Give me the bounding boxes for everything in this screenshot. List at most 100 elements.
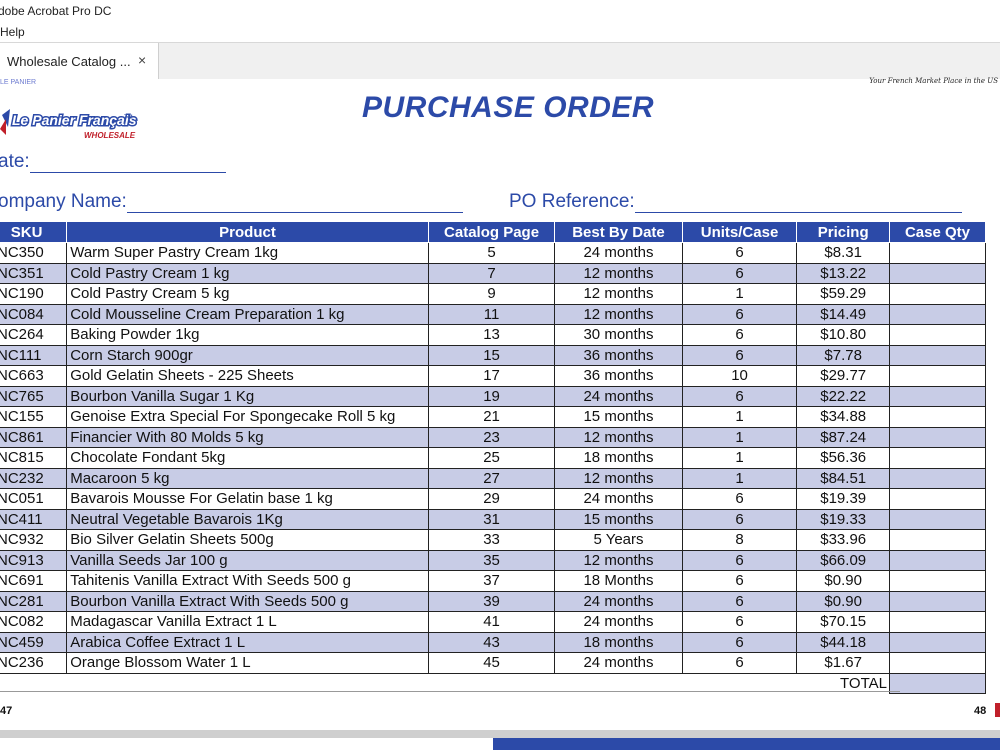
case-qty-cell[interactable] bbox=[889, 242, 986, 264]
units-case-cell: 6 bbox=[681, 652, 798, 674]
best-by-cell: 24 months bbox=[554, 488, 683, 510]
case-qty-cell[interactable] bbox=[889, 467, 986, 489]
product-cell: Cold Pastry Cream 5 kg bbox=[66, 283, 429, 305]
units-case-cell: 6 bbox=[681, 385, 798, 407]
case-qty-cell[interactable] bbox=[889, 570, 986, 592]
product-cell: Vanilla Seeds Jar 100 g bbox=[66, 549, 429, 571]
pricing-cell: $8.31 bbox=[796, 242, 890, 264]
po-reference-input-line[interactable] bbox=[634, 196, 962, 213]
date-field: ate: bbox=[0, 151, 226, 173]
catalog-page-cell: 17 bbox=[427, 365, 556, 387]
tagline: Your French Market Place in the US bbox=[869, 77, 998, 85]
table-row: ANC663Gold Gelatin Sheets - 225 Sheets17… bbox=[0, 365, 986, 387]
viewer-bottom-bar bbox=[0, 730, 1000, 738]
company-input-line[interactable] bbox=[126, 196, 463, 213]
date-label: ate: bbox=[0, 151, 30, 172]
table-row: ANC264Baking Powder 1kg1330 months6$10.8… bbox=[0, 324, 986, 346]
column-header-sku: SKU bbox=[0, 221, 68, 243]
case-qty-cell[interactable] bbox=[889, 631, 986, 653]
case-qty-cell[interactable] bbox=[889, 590, 986, 612]
pricing-cell: $44.18 bbox=[796, 631, 890, 653]
menu-item-help[interactable]: Help bbox=[0, 25, 25, 39]
units-case-cell: 6 bbox=[681, 303, 798, 325]
tab-document[interactable]: Wholesale Catalog ... × bbox=[0, 43, 159, 79]
sku-cell: ANC111 bbox=[0, 344, 68, 366]
pricing-cell: $56.36 bbox=[796, 447, 890, 469]
total-value-cell[interactable] bbox=[889, 672, 986, 694]
best-by-cell: 12 months bbox=[554, 303, 683, 325]
product-cell: Warm Super Pastry Cream 1kg bbox=[66, 242, 429, 264]
product-cell: Corn Starch 900gr bbox=[66, 344, 429, 366]
best-by-cell: 24 months bbox=[554, 652, 683, 674]
product-cell: Tahitenis Vanilla Extract With Seeds 500… bbox=[66, 570, 429, 592]
units-case-cell: 6 bbox=[681, 344, 798, 366]
case-qty-cell[interactable] bbox=[889, 406, 986, 428]
case-qty-cell[interactable] bbox=[889, 324, 986, 346]
logo-top-text: Le Panier Français bbox=[12, 112, 137, 128]
pricing-cell: $19.39 bbox=[796, 488, 890, 510]
case-qty-cell[interactable] bbox=[889, 529, 986, 551]
sku-cell: ANC084 bbox=[0, 303, 68, 325]
pricing-cell: $13.22 bbox=[796, 262, 890, 284]
product-cell: Neutral Vegetable Bavarois 1Kg bbox=[66, 508, 429, 530]
catalog-page-cell: 29 bbox=[427, 488, 556, 510]
product-cell: Bourbon Vanilla Sugar 1 Kg bbox=[66, 385, 429, 407]
best-by-cell: 12 months bbox=[554, 467, 683, 489]
logo-sub-text: WHOLESALE bbox=[84, 131, 136, 140]
best-by-cell: 12 months bbox=[554, 549, 683, 571]
case-qty-cell[interactable] bbox=[889, 303, 986, 325]
product-cell: Arabica Coffee Extract 1 L bbox=[66, 631, 429, 653]
product-cell: Genoise Extra Special For Spongecake Rol… bbox=[66, 406, 429, 428]
tab-label: Wholesale Catalog ... bbox=[7, 54, 131, 69]
units-case-cell: 1 bbox=[681, 447, 798, 469]
table-row: ANC351Cold Pastry Cream 1 kg712 months6$… bbox=[0, 262, 986, 284]
product-cell: Financier With 80 Molds 5 kg bbox=[66, 426, 429, 448]
case-qty-cell[interactable] bbox=[889, 365, 986, 387]
best-by-cell: 36 months bbox=[554, 344, 683, 366]
case-qty-cell[interactable] bbox=[889, 488, 986, 510]
units-case-cell: 6 bbox=[681, 631, 798, 653]
sku-cell: ANC663 bbox=[0, 365, 68, 387]
table-row: ANC932Bio Silver Gelatin Sheets 500g335 … bbox=[0, 529, 986, 551]
pricing-cell: $10.80 bbox=[796, 324, 890, 346]
catalog-page-cell: 9 bbox=[427, 283, 556, 305]
best-by-cell: 12 months bbox=[554, 283, 683, 305]
table-row: ANC236Orange Blossom Water 1 L4524 month… bbox=[0, 652, 986, 674]
table-row: ANC861Financier With 80 Molds 5 kg2312 m… bbox=[0, 426, 986, 448]
product-cell: Cold Mousseline Cream Preparation 1 kg bbox=[66, 303, 429, 325]
case-qty-cell[interactable] bbox=[889, 344, 986, 366]
sku-cell: ANC082 bbox=[0, 611, 68, 633]
sku-cell: ANC155 bbox=[0, 406, 68, 428]
case-qty-cell[interactable] bbox=[889, 426, 986, 448]
case-qty-cell[interactable] bbox=[889, 611, 986, 633]
window-title-bar: dobe Acrobat Pro DC bbox=[0, 0, 1000, 22]
product-cell: Bavarois Mousse For Gelatin base 1 kg bbox=[66, 488, 429, 510]
case-qty-cell[interactable] bbox=[889, 508, 986, 530]
menu-bar: Help bbox=[0, 22, 1000, 42]
catalog-page-cell: 27 bbox=[427, 467, 556, 489]
close-icon[interactable]: × bbox=[138, 52, 146, 68]
brand-logo: Le Panier Français TM WHOLESALE bbox=[0, 109, 138, 140]
table-row: ANC084Cold Mousseline Cream Preparation … bbox=[0, 303, 986, 325]
case-qty-cell[interactable] bbox=[889, 549, 986, 571]
case-qty-cell[interactable] bbox=[889, 652, 986, 674]
table-header-row: SKU Product Catalog Page Best By Date Un… bbox=[0, 221, 986, 243]
best-by-cell: 18 months bbox=[554, 447, 683, 469]
pricing-cell: $66.09 bbox=[796, 549, 890, 571]
case-qty-cell[interactable] bbox=[889, 447, 986, 469]
product-cell: Madagascar Vanilla Extract 1 L bbox=[66, 611, 429, 633]
case-qty-cell[interactable] bbox=[889, 385, 986, 407]
units-case-cell: 6 bbox=[681, 262, 798, 284]
best-by-cell: 15 months bbox=[554, 406, 683, 428]
units-case-cell: 1 bbox=[681, 467, 798, 489]
case-qty-cell[interactable] bbox=[889, 283, 986, 305]
catalog-page-cell: 11 bbox=[427, 303, 556, 325]
pricing-cell: $34.88 bbox=[796, 406, 890, 428]
pricing-cell: $70.15 bbox=[796, 611, 890, 633]
date-input-line[interactable] bbox=[29, 156, 226, 173]
product-cell: Macaroon 5 kg bbox=[66, 467, 429, 489]
table-row: ANC232Macaroon 5 kg2712 months1$84.51 bbox=[0, 467, 986, 489]
table-row: ANC051Bavarois Mousse For Gelatin base 1… bbox=[0, 488, 986, 510]
sku-cell: ANC051 bbox=[0, 488, 68, 510]
case-qty-cell[interactable] bbox=[889, 262, 986, 284]
